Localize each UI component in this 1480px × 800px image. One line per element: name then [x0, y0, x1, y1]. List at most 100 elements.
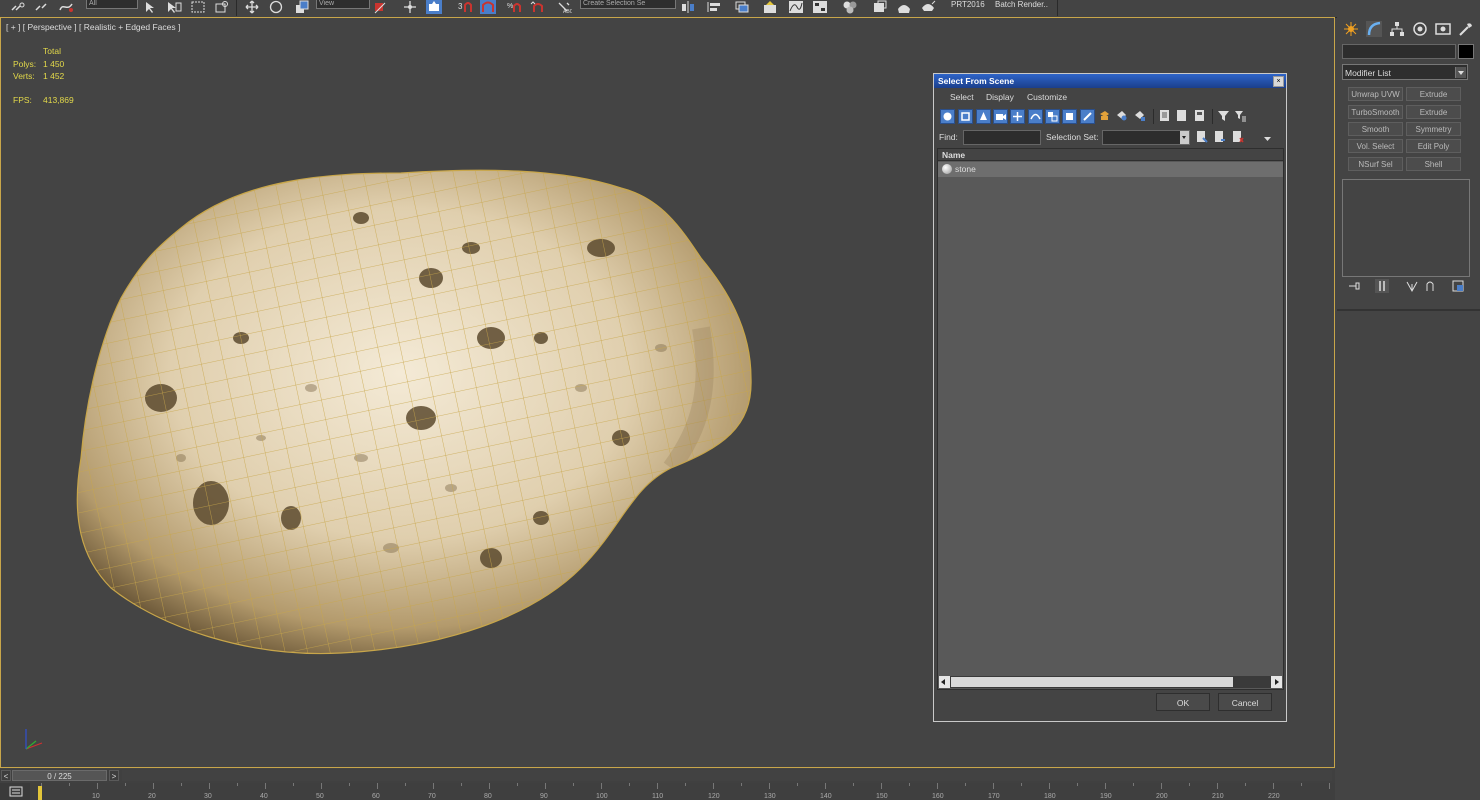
display-xrefs-icon[interactable]: [1062, 109, 1077, 124]
remove-from-selection-set-icon[interactable]: [1231, 130, 1246, 145]
rect-region-icon[interactable]: [190, 0, 206, 14]
time-slider-next-button[interactable]: >: [109, 770, 119, 781]
curve-editor-icon[interactable]: [788, 0, 804, 14]
show-end-result-icon[interactable]: [1375, 279, 1389, 293]
sync-selection-icon[interactable]: [1158, 109, 1173, 124]
schematic-view-icon[interactable]: [812, 0, 828, 14]
time-slider-prev-button[interactable]: <: [1, 770, 11, 781]
object-color-swatch[interactable]: [1458, 44, 1474, 59]
rotate-icon[interactable]: [268, 0, 284, 14]
align-icon[interactable]: [706, 0, 722, 14]
pin-stack-icon[interactable]: [1347, 279, 1361, 293]
scene-object-list[interactable]: Name stone: [937, 148, 1284, 690]
time-slider-thumb[interactable]: 0 / 225: [12, 770, 107, 781]
keyboard-shortcut-icon[interactable]: [426, 0, 442, 14]
render-setup-icon[interactable]: [872, 0, 888, 14]
filter-options-icon[interactable]: [1234, 109, 1249, 124]
configure-modifier-sets-icon[interactable]: [1451, 279, 1465, 293]
scroll-right-icon[interactable]: [1271, 676, 1282, 688]
chevron-down-icon[interactable]: [1261, 132, 1276, 147]
menu-customize[interactable]: Customize: [1027, 92, 1067, 102]
object-name-field[interactable]: [1342, 44, 1456, 59]
display-groups-icon[interactable]: [1045, 109, 1060, 124]
remove-modifier-icon[interactable]: [1423, 279, 1437, 293]
display-helpers-icon[interactable]: [1010, 109, 1025, 124]
layer-explorer-icon[interactable]: [734, 0, 750, 14]
angle-snap-icon[interactable]: [480, 0, 496, 14]
lock-icon[interactable]: [1175, 109, 1190, 124]
display-tab-icon[interactable]: [1435, 21, 1451, 37]
modify-tab-icon[interactable]: [1366, 21, 1382, 37]
display-spacewarps-icon[interactable]: [1028, 109, 1043, 124]
display-geometry-icon[interactable]: [940, 109, 955, 124]
rendered-frame-icon[interactable]: [896, 0, 912, 14]
menu-display[interactable]: Display: [986, 92, 1014, 102]
named-selection-set-dropdown[interactable]: Create Selection Se: [580, 0, 676, 9]
unlink-icon[interactable]: [34, 0, 50, 14]
display-lights-icon[interactable]: [976, 109, 991, 124]
manipulate-icon[interactable]: [402, 0, 418, 14]
scroll-left-icon[interactable]: [939, 676, 950, 688]
create-selection-set-icon[interactable]: [1195, 130, 1210, 145]
move-icon[interactable]: [244, 0, 260, 14]
percent-snap-icon[interactable]: %: [506, 0, 522, 14]
ok-button[interactable]: OK: [1156, 693, 1210, 711]
modifier-list-dropdown[interactable]: Modifier List: [1342, 64, 1468, 80]
horizontal-scrollbar[interactable]: [939, 676, 1282, 688]
cancel-button[interactable]: Cancel: [1218, 693, 1272, 711]
mini-curve-editor-toggle[interactable]: [0, 783, 30, 800]
add-to-selection-set-icon[interactable]: [1213, 130, 1228, 145]
viewport-label[interactable]: [ + ] [ Perspective ] [ Realistic + Edge…: [6, 22, 180, 32]
select-by-name-icon[interactable]: [166, 0, 182, 14]
modifier-button-vol-select[interactable]: Vol. Select: [1348, 139, 1403, 153]
display-none-icon[interactable]: [1115, 109, 1130, 124]
pivot-icon[interactable]: [372, 0, 388, 14]
modifier-button-symmetry[interactable]: Symmetry: [1406, 122, 1461, 136]
time-slider-track[interactable]: [122, 770, 1332, 781]
selection-set-dropdown[interactable]: [1102, 130, 1190, 145]
display-shapes-icon[interactable]: [958, 109, 973, 124]
stone-mesh[interactable]: [61, 128, 771, 673]
scene-explorer-icon[interactable]: [762, 0, 778, 14]
snap-toggle-icon[interactable]: 3: [456, 0, 472, 14]
select-all-list-icon[interactable]: [1193, 109, 1208, 124]
make-unique-icon[interactable]: [1405, 279, 1419, 293]
modifier-stack-view[interactable]: [1342, 179, 1470, 277]
spinner-snap-icon[interactable]: [530, 0, 546, 14]
bind-spacewarp-icon[interactable]: [58, 0, 74, 14]
current-frame-marker[interactable]: [38, 786, 42, 800]
column-header-name[interactable]: Name: [938, 149, 1283, 161]
modifier-button-shell[interactable]: Shell: [1406, 157, 1461, 171]
utilities-tab-icon[interactable]: [1458, 21, 1474, 37]
scale-icon[interactable]: [294, 0, 310, 14]
frame-ruler[interactable]: 10 20 30 40 50 60 70 80 90 100 110 120 130 140 150 160 1…: [37, 783, 1335, 800]
display-bones-icon[interactable]: [1080, 109, 1095, 124]
modifier-button-extrude[interactable]: Extrude: [1406, 105, 1461, 119]
create-tab-icon[interactable]: [1343, 21, 1359, 37]
modifier-button-nsurf-sel[interactable]: NSurf Sel: [1348, 157, 1403, 171]
mirror-icon[interactable]: [680, 0, 696, 14]
select-link-icon[interactable]: [10, 0, 26, 14]
hierarchy-tab-icon[interactable]: [1389, 21, 1405, 37]
window-crossing-icon[interactable]: [214, 0, 230, 14]
display-cameras-icon[interactable]: [993, 109, 1008, 124]
motion-tab-icon[interactable]: [1412, 21, 1428, 37]
filter-icon[interactable]: [1217, 109, 1232, 124]
track-bar[interactable]: 10 20 30 40 50 60 70 80 90 100 110 120 130 140 150 160 1…: [0, 783, 1335, 800]
invert-display-icon[interactable]: [1133, 109, 1148, 124]
selection-filter-dropdown[interactable]: All: [86, 0, 138, 9]
modifier-button-smooth[interactable]: Smooth: [1348, 122, 1403, 136]
render-icon[interactable]: [920, 0, 936, 14]
close-icon[interactable]: ×: [1273, 76, 1284, 87]
modifier-button-unwrap-uvw[interactable]: Unwrap UVW: [1348, 87, 1403, 101]
edit-named-sets-icon[interactable]: ABC: [556, 0, 572, 14]
prt-label[interactable]: PRT2016: [951, 0, 985, 9]
batch-render-button[interactable]: Batch Render..: [995, 0, 1055, 9]
material-editor-icon[interactable]: [842, 0, 858, 14]
scrollbar-thumb[interactable]: [951, 677, 1233, 687]
modifier-button-extrude[interactable]: Extrude: [1406, 87, 1461, 101]
modifier-button-edit-poly[interactable]: Edit Poly: [1406, 139, 1461, 153]
select-object-icon[interactable]: [142, 0, 158, 14]
list-item[interactable]: stone: [938, 162, 1283, 177]
reference-coord-dropdown[interactable]: View: [316, 0, 370, 9]
